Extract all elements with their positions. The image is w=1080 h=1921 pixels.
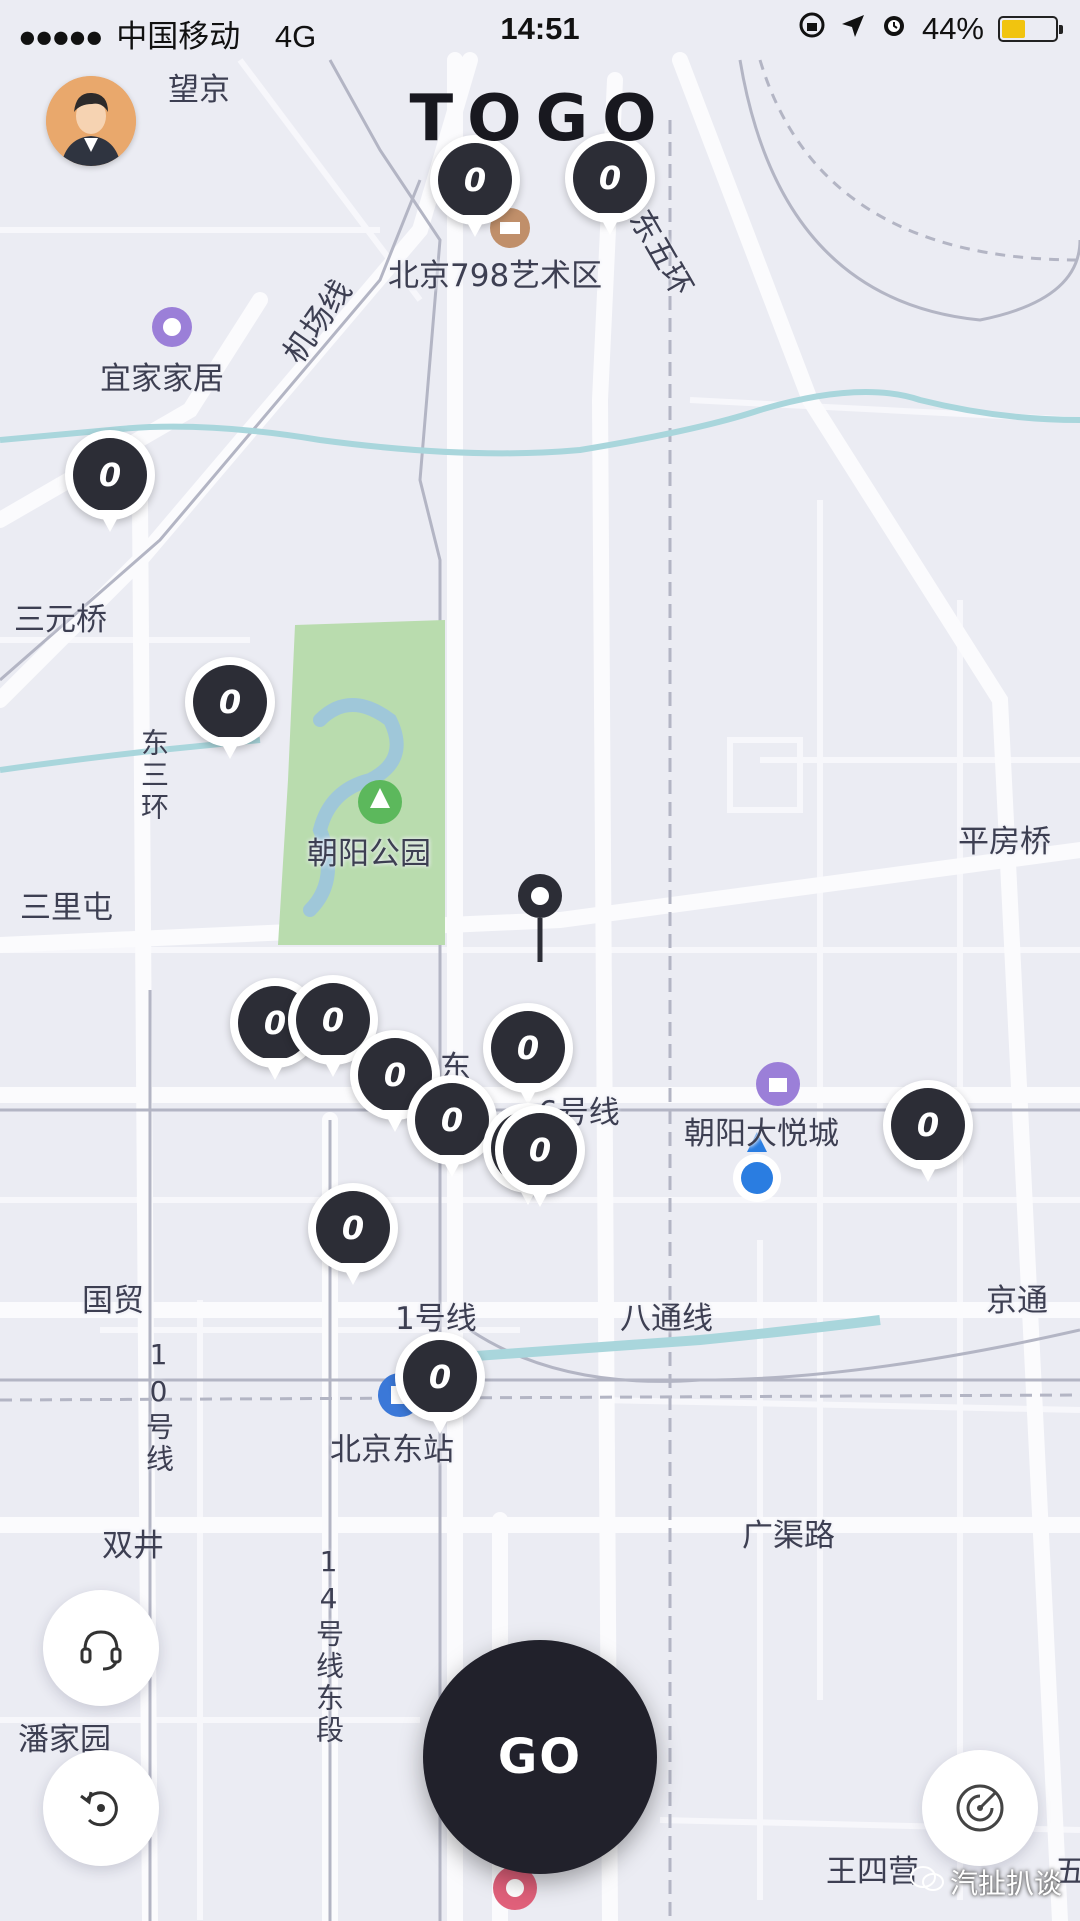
app-screen: 望京 北京798艺术区 东五环 机场线 宜家家居 三元桥 东三环 朝阳公园 三里… <box>0 0 1080 1921</box>
alarm-icon <box>880 11 908 47</box>
map-label-dongsanhuan: 东三环 <box>137 728 170 824</box>
vehicle-marker[interactable]: 0 <box>883 1080 973 1190</box>
vehicle-marker[interactable]: 0 <box>395 1332 485 1442</box>
battery-percent: 44% <box>921 11 984 46</box>
status-bar: ●●●●● 中国移动 4G 14:51 44% <box>0 0 1080 62</box>
map-label-batong: 八通线 <box>620 1301 713 1337</box>
go-button[interactable]: GO <box>423 1640 657 1874</box>
app-logo: TOGO <box>409 82 671 156</box>
status-right: 44% <box>798 11 1063 47</box>
vehicle-marker[interactable]: 0 <box>185 657 275 767</box>
vehicle-marker[interactable]: 0 <box>65 430 155 540</box>
map-label-shuangjing: 双井 <box>102 1528 164 1564</box>
map-label-pingfangqiao: 平房桥 <box>958 824 1051 860</box>
map-label-guomao: 国贸 <box>82 1283 144 1319</box>
map-label-sanyuanqiao: 三元桥 <box>14 602 107 638</box>
battery-fill <box>1002 20 1025 38</box>
vehicle-marker[interactable]: 0 <box>308 1183 398 1293</box>
map-label-sanlitun: 三里屯 <box>20 890 113 926</box>
map-label-line14: 14号线东段 <box>312 1545 345 1747</box>
map-label-chaoyang-park: 朝阳公园 <box>307 836 431 872</box>
vehicle-marker[interactable]: 0 <box>495 1105 585 1215</box>
watermark-text: 汽扯扒谈 <box>949 1867 1062 1900</box>
map-label-798: 北京798艺术区 <box>388 258 603 294</box>
refresh-icon <box>80 1791 118 1827</box>
watermark: 汽扯扒谈 <box>909 1862 1062 1902</box>
park-poi-icon[interactable] <box>358 780 402 824</box>
radar-icon <box>956 1784 1004 1832</box>
wechat-icon <box>909 1865 944 1900</box>
ikea-poi-icon[interactable] <box>152 307 192 347</box>
radar-button[interactable] <box>922 1750 1038 1866</box>
map-label-wangsiying: 王四营 <box>826 1854 919 1890</box>
location-arrow-icon <box>840 11 866 47</box>
map-label-line10: 10号线 <box>142 1338 175 1476</box>
map-label-jingtong: 京通 <box>986 1283 1048 1319</box>
rotation-lock-icon <box>798 11 826 47</box>
map-label-yijia: 宜家家居 <box>100 361 224 397</box>
mall-poi-icon[interactable] <box>756 1062 800 1106</box>
map-label-guangqulu: 广渠路 <box>742 1518 835 1554</box>
customer-service-button[interactable] <box>43 1590 159 1706</box>
battery-icon <box>998 16 1063 42</box>
map-label-joycity: 朝阳大悦城 <box>684 1116 839 1152</box>
headset-icon <box>80 1630 122 1671</box>
refresh-location-button[interactable] <box>43 1750 159 1866</box>
